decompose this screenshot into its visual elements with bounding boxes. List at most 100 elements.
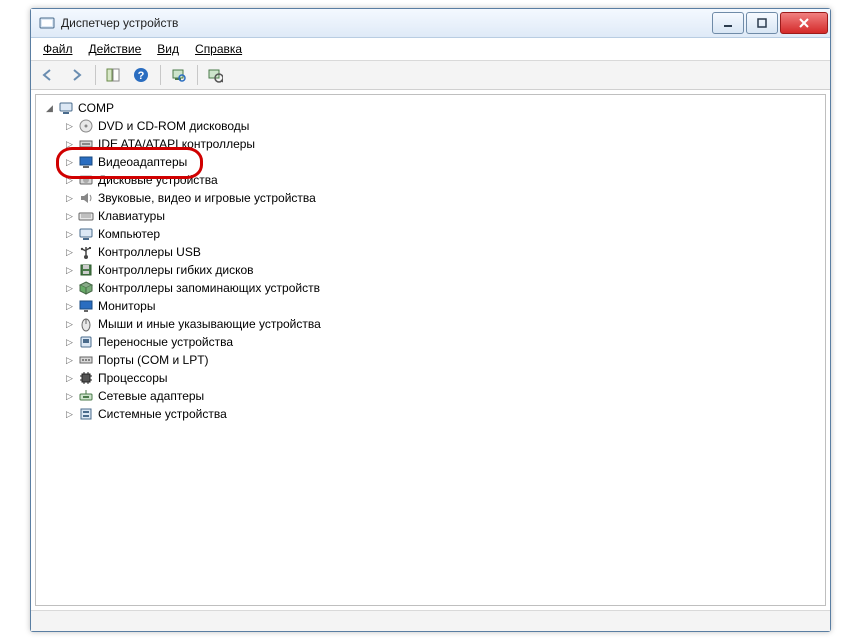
expand-icon[interactable]: ▷ (64, 193, 75, 204)
minimize-button[interactable] (712, 12, 744, 34)
window-buttons (710, 12, 828, 34)
expand-icon[interactable]: ▷ (64, 409, 75, 420)
monitor-icon (78, 298, 94, 314)
tree-item-label: Контроллеры гибких дисков (98, 261, 254, 279)
titlebar[interactable]: Диспетчер устройств (31, 9, 830, 38)
usb-icon (78, 244, 94, 260)
statusbar (31, 610, 830, 631)
tree-root-label: COMP (78, 99, 114, 117)
tree-item-label: Системные устройства (98, 405, 227, 423)
tree-item-label: Мыши и иные указывающие устройства (98, 315, 321, 333)
tree-item[interactable]: ▷ Контроллеры гибких дисков (64, 261, 825, 279)
expand-icon[interactable]: ▷ (64, 355, 75, 366)
menu-action-label: Действие (89, 42, 142, 56)
menubar: Файл Действие Вид Справка (31, 38, 830, 61)
tree-item-label: Процессоры (98, 369, 168, 387)
tree-item[interactable]: ▷ Процессоры (64, 369, 825, 387)
network-icon (78, 388, 94, 404)
menu-file-label: Файл (43, 42, 73, 56)
mouse-icon (78, 316, 94, 332)
collapse-icon[interactable]: ◢ (44, 103, 55, 114)
tree-item-label: Дисковые устройства (98, 171, 218, 189)
forward-button[interactable] (63, 62, 89, 88)
tree-item-label: DVD и CD-ROM дисководы (98, 117, 249, 135)
scan-hardware-button[interactable] (165, 62, 191, 88)
show-hide-tree-button[interactable] (100, 62, 126, 88)
tree-item-label: Звуковые, видео и игровые устройства (98, 189, 316, 207)
tree-item[interactable]: ▷ Сетевые адаптеры (64, 387, 825, 405)
svg-text:?: ? (138, 70, 145, 82)
back-button[interactable] (35, 62, 61, 88)
tree-root[interactable]: ◢ COMP (44, 99, 825, 117)
disc-icon (78, 118, 94, 134)
toolbar-separator (197, 65, 198, 85)
expand-icon[interactable]: ▷ (64, 319, 75, 330)
expand-icon[interactable]: ▷ (64, 121, 75, 132)
maximize-button[interactable] (746, 12, 778, 34)
device-manager-window: Диспетчер устройств Файл Действие Вид Сп… (30, 8, 831, 632)
expand-icon[interactable]: ▷ (64, 265, 75, 276)
menu-view[interactable]: Вид (151, 40, 185, 58)
toolbar-separator (160, 65, 161, 85)
expand-icon[interactable]: ▷ (64, 391, 75, 402)
tree-item[interactable]: ▷ Контроллеры USB (64, 243, 825, 261)
tree-item-label: Клавиатуры (98, 207, 165, 225)
menu-help-label: Справка (195, 42, 242, 56)
tree-item[interactable]: ▷ IDE ATA/ATAPI контроллеры (64, 135, 825, 153)
system-icon (78, 406, 94, 422)
expand-icon[interactable]: ▷ (64, 301, 75, 312)
tree-item-label: Сетевые адаптеры (98, 387, 204, 405)
tree-item-label: Порты (COM и LPT) (98, 351, 209, 369)
tree-item-label: Контроллеры USB (98, 243, 201, 261)
tree-item[interactable]: ▷ Дисковые устройства (64, 171, 825, 189)
keyboard-icon (78, 208, 94, 224)
tree-item[interactable]: ▷ Компьютер (64, 225, 825, 243)
tree-item-label: Переносные устройства (98, 333, 233, 351)
storage-icon (78, 280, 94, 296)
window-title: Диспетчер устройств (61, 16, 710, 30)
tree-item[interactable]: ▷ Переносные устройства (64, 333, 825, 351)
device-category-list: ▷ DVD и CD-ROM дисководы ▷ IDE ATA/ATAPI ко… (44, 117, 825, 423)
tree-item[interactable]: ▷ Контроллеры запоминающих устройств (64, 279, 825, 297)
tree-item-label: Видеоадаптеры (98, 153, 187, 171)
expand-icon[interactable]: ▷ (64, 211, 75, 222)
menu-help[interactable]: Справка (189, 40, 248, 58)
sound-icon (78, 190, 94, 206)
cpu-icon (78, 370, 94, 386)
tree-item[interactable]: ▷ Звуковые, видео и игровые устройства (64, 189, 825, 207)
tree-item-label: Контроллеры запоминающих устройств (98, 279, 320, 297)
computer-icon (78, 226, 94, 242)
tree-item[interactable]: ▷ DVD и CD-ROM дисководы (64, 117, 825, 135)
tree-item-label: IDE ATA/ATAPI контроллеры (98, 135, 255, 153)
expand-icon[interactable]: ▷ (64, 247, 75, 258)
tree-item[interactable]: ▷ Мыши и иные указывающие устройства (64, 315, 825, 333)
expand-icon[interactable]: ▷ (64, 157, 75, 168)
tree-item[interactable]: ▷ Видеоадаптеры (64, 153, 825, 171)
computer-icon (58, 100, 74, 116)
port-icon (78, 352, 94, 368)
tree-item[interactable]: ▷ Порты (COM и LPT) (64, 351, 825, 369)
expand-icon[interactable]: ▷ (64, 337, 75, 348)
menu-action[interactable]: Действие (83, 40, 148, 58)
app-icon (39, 15, 55, 31)
tree-item[interactable]: ▷ Клавиатуры (64, 207, 825, 225)
display-icon (78, 154, 94, 170)
ide-icon (78, 136, 94, 152)
expand-icon[interactable]: ▷ (64, 175, 75, 186)
tree-item[interactable]: ▷ Системные устройства (64, 405, 825, 423)
menu-file[interactable]: Файл (37, 40, 79, 58)
close-button[interactable] (780, 12, 828, 34)
toolbar: ? (31, 61, 830, 90)
tree-panel[interactable]: ◢ COMP ▷ DVD и CD-ROM дисководы ▷ IDE ATA/A… (35, 94, 826, 606)
expand-icon[interactable]: ▷ (64, 139, 75, 150)
expand-icon[interactable]: ▷ (64, 283, 75, 294)
floppy-icon (78, 262, 94, 278)
expand-icon[interactable]: ▷ (64, 373, 75, 384)
expand-icon[interactable]: ▷ (64, 229, 75, 240)
help-button[interactable]: ? (128, 62, 154, 88)
menu-view-label: Вид (157, 42, 179, 56)
tree-item[interactable]: ▷Мониторы (64, 297, 825, 315)
tree-item-label: Компьютер (98, 225, 160, 243)
properties-button[interactable] (202, 62, 228, 88)
portable-icon (78, 334, 94, 350)
